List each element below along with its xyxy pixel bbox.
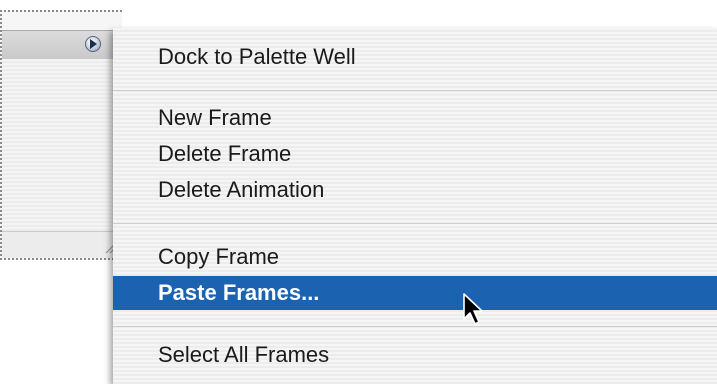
palette-menu-button[interactable]	[85, 36, 101, 52]
palette-tab-bar	[2, 30, 122, 60]
menu-item-dock-to-palette-well[interactable]: Dock to Palette Well	[113, 40, 717, 74]
menu-item-new-frame[interactable]: New Frame	[113, 101, 717, 135]
menu-separator	[113, 223, 717, 224]
arrow-pointer-icon	[463, 293, 483, 325]
animation-palette	[0, 10, 122, 260]
menu-item-paste-frames[interactable]: Paste Frames...	[113, 276, 717, 310]
menu-item-delete-animation[interactable]: Delete Animation	[113, 173, 717, 207]
screen: Dock to Palette Well New Frame Delete Fr…	[0, 0, 717, 384]
menu-separator	[113, 90, 717, 91]
menu-separator	[113, 326, 717, 327]
menu-item-select-all-frames[interactable]: Select All Frames	[113, 338, 717, 372]
palette-content	[2, 59, 122, 234]
menu-item-copy-frame[interactable]: Copy Frame	[113, 240, 717, 274]
play-triangle-icon	[90, 39, 97, 49]
palette-context-menu: Dock to Palette Well New Frame Delete Fr…	[113, 28, 717, 384]
menu-item-delete-frame[interactable]: Delete Frame	[113, 137, 717, 171]
palette-footer	[2, 231, 122, 258]
